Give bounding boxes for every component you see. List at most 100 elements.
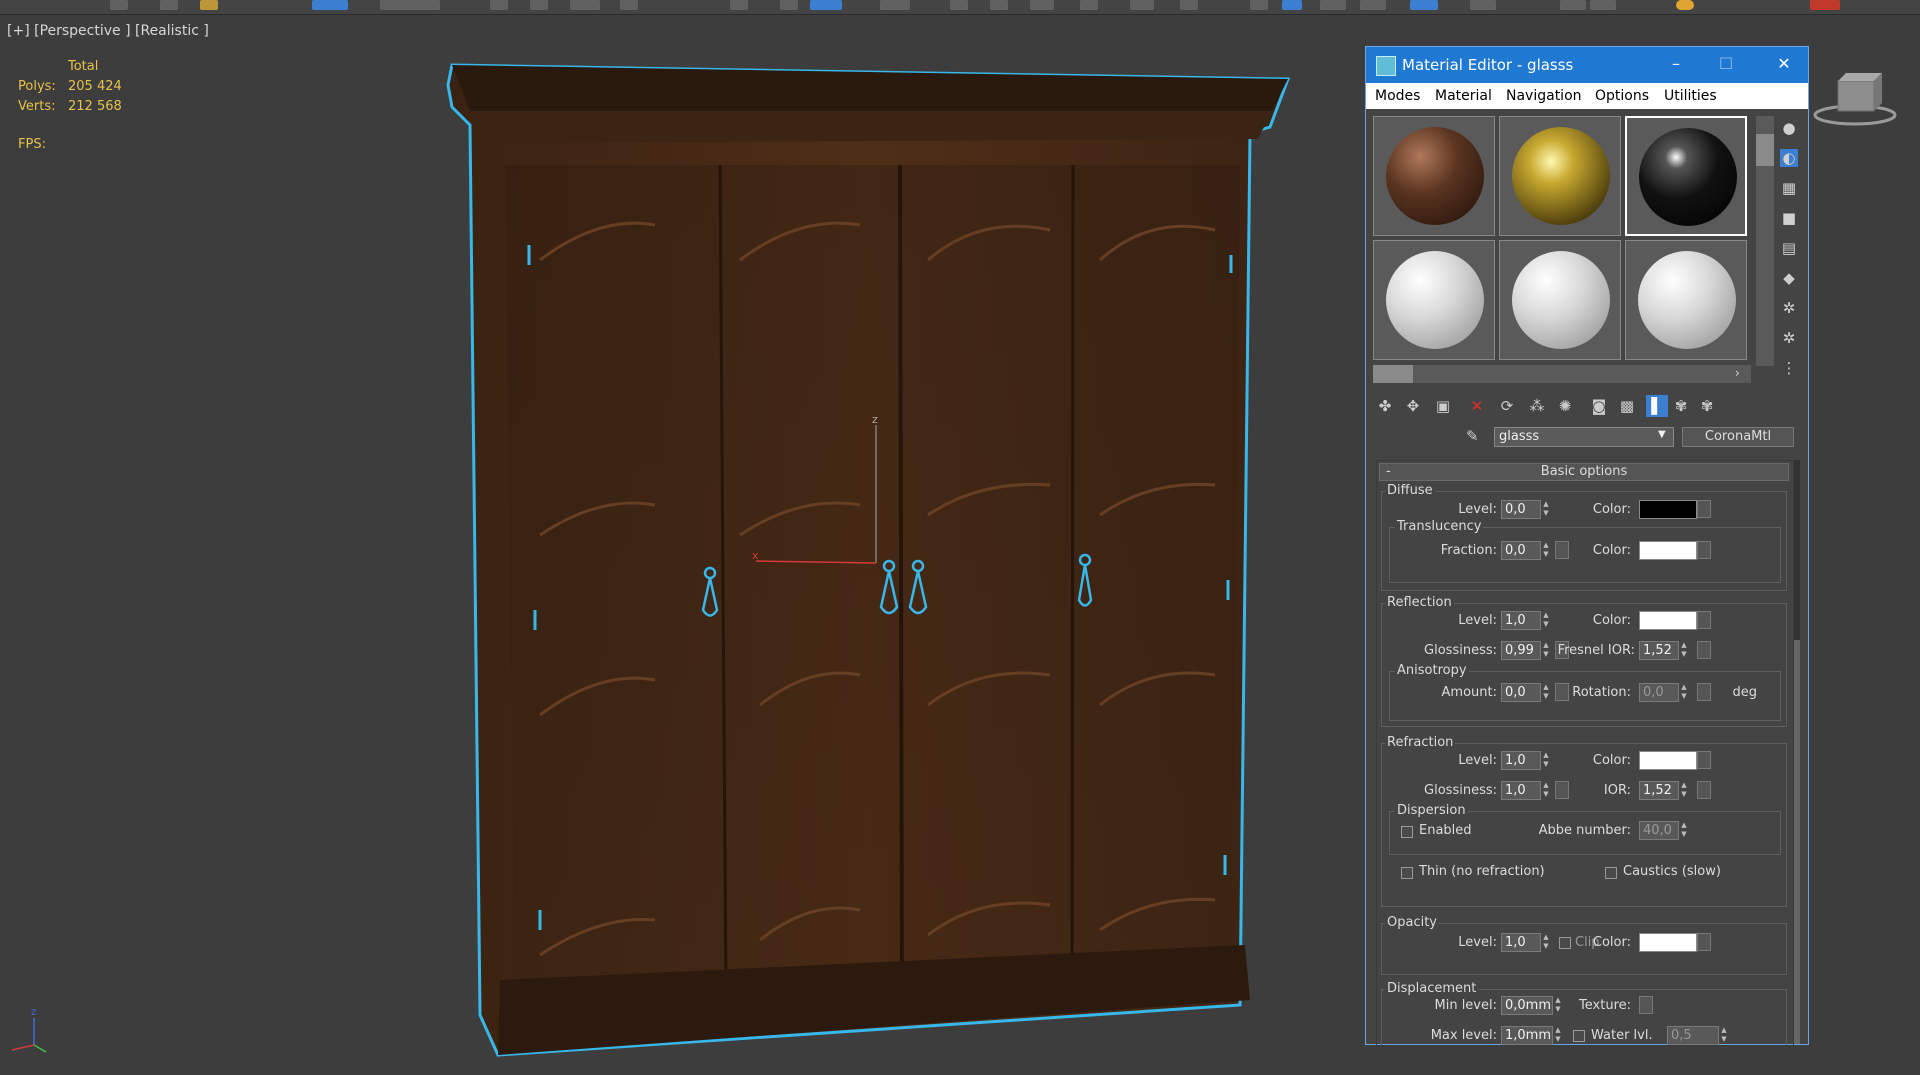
translucency-map-button[interactable] [1697,541,1711,559]
toolbar-button[interactable] [1130,0,1154,10]
refraction-color-swatch[interactable] [1639,751,1697,770]
refraction-glossiness-spinner[interactable]: 1,0 [1501,781,1541,800]
spinner-arrows-icon[interactable]: ▲ ▼ [1541,781,1551,800]
material-slot[interactable] [1373,116,1495,236]
toolbar-button[interactable] [110,0,128,10]
toolbar-button[interactable] [1560,0,1586,10]
material-slot[interactable] [1625,240,1747,360]
viewcube-icon[interactable] [1812,69,1898,131]
go-to-parent-icon[interactable]: ✾ [1670,395,1692,417]
opacity-clip-checkbox[interactable] [1559,937,1571,949]
displacement-texture-button[interactable] [1639,996,1653,1014]
water-level-spinner[interactable]: 0,5 [1667,1026,1719,1045]
toolbar-button[interactable] [490,0,508,10]
toolbar-button[interactable] [1360,0,1386,10]
refraction-gloss-map-button[interactable] [1555,781,1569,799]
material-name-field[interactable]: glasss [1494,427,1674,447]
video-color-check-icon[interactable]: ▤ [1780,239,1798,257]
refraction-map-button[interactable] [1697,751,1711,769]
maximize-button[interactable]: ☐ [1713,53,1739,75]
abbe-number-spinner[interactable]: 40,0 [1639,821,1679,840]
scroll-thumb[interactable] [1373,365,1413,383]
spinner-arrows-icon[interactable]: ▲ ▼ [1679,641,1689,660]
toolbar-button[interactable] [1250,0,1268,10]
translucency-map-button[interactable] [1555,541,1569,559]
toolbar-button-active[interactable] [1410,0,1438,10]
material-type-button[interactable]: CoronaMtl [1682,427,1794,447]
toolbar-button[interactable] [620,0,638,10]
toolbar-button-active[interactable] [1282,0,1302,10]
anisotropy-rotation-spinner[interactable]: 0,0 [1639,683,1679,702]
displacement-max-spinner[interactable]: 1,0mm [1501,1026,1553,1045]
toolbar-button[interactable] [990,0,1008,10]
fresnel-ior-spinner[interactable]: 1,52 [1639,641,1679,660]
material-slot[interactable] [1499,240,1621,360]
menu-utilities[interactable]: Utilities [1664,88,1717,104]
reflection-level-spinner[interactable]: 1,0 [1501,611,1541,630]
toolbar-button[interactable] [1180,0,1198,10]
minimize-button[interactable]: – [1663,53,1689,75]
toolbar-button[interactable] [1080,0,1098,10]
toolbar-button[interactable] [1676,0,1694,10]
sample-uv-tiling-icon[interactable]: ■ [1780,209,1798,227]
spinner-arrows-icon[interactable]: ▲ ▼ [1679,821,1689,840]
toolbar-button[interactable] [730,0,748,10]
material-slot[interactable] [1373,240,1495,360]
anisotropy-amount-spinner[interactable]: 0,0 [1501,683,1541,702]
toolbar-dropdown[interactable] [380,0,440,10]
menu-modes[interactable]: Modes [1375,88,1420,104]
toolbar-button[interactable] [1030,0,1054,10]
toolbar-button[interactable] [570,0,600,10]
spinner-arrows-icon[interactable]: ▲ ▼ [1541,611,1551,630]
spinner-arrows-icon[interactable]: ▲ ▼ [1541,541,1551,560]
rollout-basic-options[interactable]: - Basic options [1379,463,1789,481]
diffuse-level-spinner[interactable]: 0,0 [1501,500,1541,519]
material-slot-active[interactable] [1625,116,1747,236]
put-to-library-icon[interactable]: ✺ [1554,395,1576,417]
toolbar-button-active[interactable] [810,0,842,10]
material-map-navigator-icon[interactable]: ⋮ [1780,359,1798,377]
displacement-min-spinner[interactable]: 0,0mm [1501,996,1553,1015]
pick-material-eyedropper-icon[interactable]: ✎ [1466,427,1479,445]
wardrobe-model[interactable] [446,63,1291,1057]
spinner-arrows-icon[interactable]: ▲ ▼ [1541,683,1551,702]
reflection-color-swatch[interactable] [1639,611,1697,630]
menu-material[interactable]: Material [1435,88,1492,104]
caustics-checkbox[interactable] [1605,867,1617,879]
slots-vertical-scrollbar[interactable] [1756,116,1774,366]
opacity-color-swatch[interactable] [1639,933,1697,952]
select-by-material-icon[interactable]: ✲ [1780,329,1798,347]
get-material-icon[interactable]: ✤ [1374,395,1396,417]
scroll-thumb[interactable] [1794,640,1800,1044]
parameters-scrollbar[interactable] [1794,460,1800,1044]
reset-map-icon[interactable]: ✕ [1466,395,1488,417]
toolbar-button[interactable] [530,0,548,10]
material-editor-window[interactable]: Material Editor - glasss – ☐ ✕ Modes Mat… [1365,46,1809,1046]
make-unique-icon[interactable]: ⁂ [1526,395,1548,417]
spinner-arrows-icon[interactable]: ▲ ▼ [1679,781,1689,800]
toolbar-button[interactable] [950,0,968,10]
toolbar-button[interactable] [1320,0,1346,10]
translucency-fraction-spinner[interactable]: 0,0 [1501,541,1541,560]
ior-spinner[interactable]: 1,52 [1639,781,1679,800]
make-copy-icon[interactable]: ⟳ [1496,395,1518,417]
background-checker-icon[interactable]: ▦ [1780,179,1798,197]
slots-horizontal-scrollbar[interactable]: › [1373,365,1751,383]
options-icon[interactable]: ✲ [1780,299,1798,317]
toolbar-button[interactable] [200,0,218,10]
toolbar-button[interactable] [780,0,798,10]
assign-to-selection-icon[interactable]: ▣ [1432,395,1454,417]
scroll-thumb[interactable] [1756,134,1774,166]
material-editor-titlebar[interactable]: Material Editor - glasss – ☐ ✕ [1366,47,1808,83]
water-level-checkbox[interactable] [1573,1030,1585,1042]
make-preview-icon[interactable]: ◆ [1780,269,1798,287]
spinner-arrows-icon[interactable]: ▲ ▼ [1553,1026,1563,1045]
refraction-level-spinner[interactable]: 1,0 [1501,751,1541,770]
menu-options[interactable]: Options [1595,88,1649,104]
diffuse-color-swatch[interactable] [1639,500,1697,519]
diffuse-map-button[interactable] [1697,500,1711,518]
sample-type-icon[interactable]: ● [1780,119,1798,137]
collapse-icon[interactable]: - [1386,464,1391,480]
go-forward-sibling-icon[interactable]: ✾ [1696,395,1718,417]
material-id-icon[interactable]: ◙ [1588,395,1610,417]
